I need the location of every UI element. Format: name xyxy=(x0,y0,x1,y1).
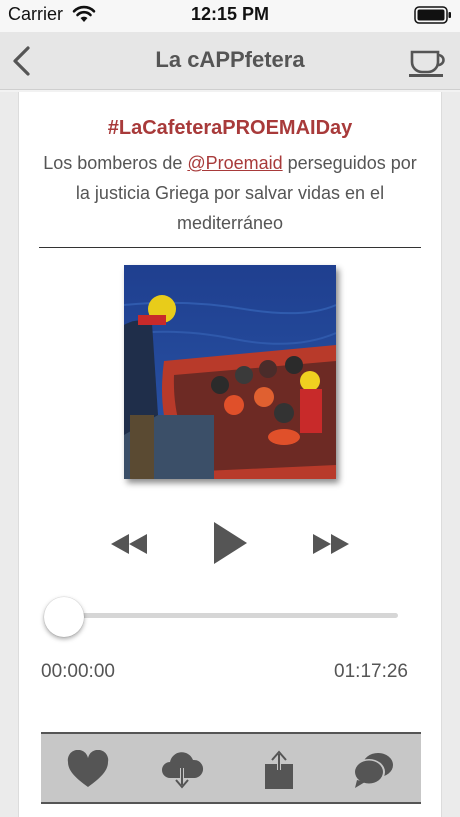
coffee-cup-icon[interactable] xyxy=(408,44,448,78)
play-icon[interactable] xyxy=(211,520,249,566)
page-margin-right xyxy=(442,92,460,817)
clock: 12:15 PM xyxy=(190,4,270,24)
status-bar: Carrier 12:15 PM xyxy=(0,0,460,32)
rewind-icon[interactable] xyxy=(109,532,149,556)
mention-link[interactable]: @Proemaid xyxy=(187,153,282,173)
share-icon[interactable] xyxy=(257,750,301,790)
fast-forward-icon[interactable] xyxy=(311,532,351,556)
description-text-before: Los bomberos de xyxy=(43,153,188,173)
progress-track[interactable] xyxy=(64,613,398,618)
action-toolbar xyxy=(41,732,421,804)
heart-icon[interactable] xyxy=(66,750,110,790)
navigation-bar: La cAPPfetera xyxy=(0,32,460,90)
episode-photo xyxy=(124,265,336,479)
divider xyxy=(39,247,421,248)
elapsed-time: 00:00:00 xyxy=(41,661,115,682)
episode-description: Los bomberos de @Proemaid perseguidos po… xyxy=(39,148,421,238)
progress-slider-thumb[interactable] xyxy=(44,597,84,637)
battery-icon xyxy=(414,6,451,24)
page-margin-left xyxy=(0,92,18,817)
page-title: La cAPPfetera xyxy=(155,47,305,72)
episode-hashtag: #LaCafeteraPROEMAIDay xyxy=(107,117,353,139)
chat-bubbles-icon[interactable] xyxy=(351,750,395,790)
cloud-download-icon[interactable] xyxy=(160,750,204,790)
episode-card: #LaCafeteraPROEMAIDay Los bomberos de @P… xyxy=(18,92,442,817)
total-duration: 01:17:26 xyxy=(334,661,408,682)
